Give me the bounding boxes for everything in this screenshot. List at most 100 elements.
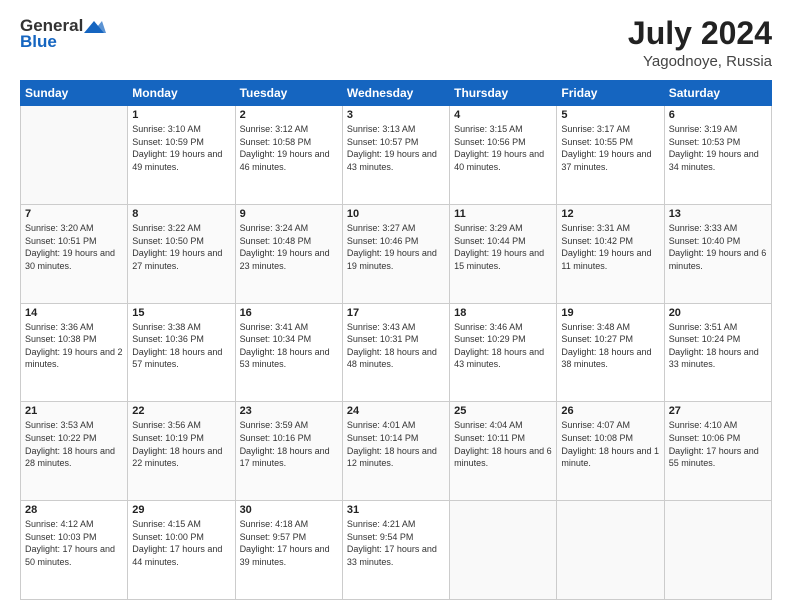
cell-sun-info: Sunrise: 3:17 AM Sunset: 10:55 PM Daylig…: [561, 123, 659, 173]
day-number: 28: [25, 504, 123, 516]
title-block: July 2024 Yagodnoye, Russia: [628, 16, 772, 70]
day-number: 6: [669, 109, 767, 121]
calendar-cell: 24Sunrise: 4:01 AM Sunset: 10:14 PM Dayl…: [342, 402, 449, 501]
cell-sun-info: Sunrise: 3:31 AM Sunset: 10:42 PM Daylig…: [561, 222, 659, 272]
calendar-cell: 5 Sunrise: 3:17 AM Sunset: 10:55 PM Dayli…: [557, 106, 664, 205]
day-number: 23: [240, 405, 338, 417]
cell-sun-info: Sunrise: 3:46 AM Sunset: 10:29 PM Daylig…: [454, 321, 552, 371]
calendar-cell: 25 Sunrise: 4:04 AM Sunset: 10:11 PM Dayl…: [450, 402, 557, 501]
calendar-cell: 1Sunrise: 3:10 AM Sunset: 10:59 PM Dayli…: [128, 106, 235, 205]
col-wednesday: Wednesday: [342, 81, 449, 106]
col-monday: Monday: [128, 81, 235, 106]
calendar-cell: 30 Sunrise: 4:18 AM Sunset: 9:57 PM Dayli…: [235, 501, 342, 600]
calendar-cell: [450, 501, 557, 600]
location: Yagodnoye, Russia: [628, 53, 772, 70]
cell-sun-info: Sunrise: 3:15 AM Sunset: 10:56 PM Daylig…: [454, 123, 552, 173]
week-row-2: 7 Sunrise: 3:20 AM Sunset: 10:51 PM Dayli…: [21, 204, 772, 303]
calendar-cell: 13 Sunrise: 3:33 AM Sunset: 10:40 PM Dayl…: [664, 204, 771, 303]
cell-sun-info: Sunrise: 3:56 AM Sunset: 10:19 PM Daylig…: [132, 419, 230, 469]
calendar-cell: 2 Sunrise: 3:12 AM Sunset: 10:58 PM Dayli…: [235, 106, 342, 205]
calendar-cell: 14 Sunrise: 3:36 AM Sunset: 10:38 PM Dayl…: [21, 303, 128, 402]
page: General Blue July 2024 Yagodnoye, Russia…: [0, 0, 792, 612]
week-row-3: 14 Sunrise: 3:36 AM Sunset: 10:38 PM Dayl…: [21, 303, 772, 402]
day-number: 20: [669, 307, 767, 319]
cell-sun-info: Sunrise: 3:51 AM Sunset: 10:24 PM Daylig…: [669, 321, 767, 371]
cell-sun-info: Sunrise: 4:07 AM Sunset: 10:08 PM Daylig…: [561, 419, 659, 469]
cell-sun-info: Sunrise: 3:41 AM Sunset: 10:34 PM Daylig…: [240, 321, 338, 371]
day-number: 25: [454, 405, 552, 417]
day-number: 13: [669, 208, 767, 220]
cell-sun-info: Sunrise: 3:48 AM Sunset: 10:27 PM Daylig…: [561, 321, 659, 371]
calendar-cell: 12 Sunrise: 3:31 AM Sunset: 10:42 PM Dayl…: [557, 204, 664, 303]
calendar-cell: 9Sunrise: 3:24 AM Sunset: 10:48 PM Dayli…: [235, 204, 342, 303]
calendar-cell: 29 Sunrise: 4:15 AM Sunset: 10:00 PM Dayl…: [128, 501, 235, 600]
day-number: 22: [132, 405, 230, 417]
logo-blue-text: Blue: [20, 32, 57, 52]
cell-sun-info: Sunrise: 3:53 AM Sunset: 10:22 PM Daylig…: [25, 419, 123, 469]
cell-sun-info: Sunrise: 3:12 AM Sunset: 10:58 PM Daylig…: [240, 123, 338, 173]
day-number: 12: [561, 208, 659, 220]
calendar-cell: 27Sunrise: 4:10 AM Sunset: 10:06 PM Dayl…: [664, 402, 771, 501]
cell-sun-info: Sunrise: 3:43 AM Sunset: 10:31 PM Daylig…: [347, 321, 445, 371]
calendar-cell: 17Sunrise: 3:43 AM Sunset: 10:31 PM Dayl…: [342, 303, 449, 402]
col-friday: Friday: [557, 81, 664, 106]
day-number: 7: [25, 208, 123, 220]
cell-sun-info: Sunrise: 4:10 AM Sunset: 10:06 PM Daylig…: [669, 419, 767, 469]
day-number: 26: [561, 405, 659, 417]
week-row-4: 21 Sunrise: 3:53 AM Sunset: 10:22 PM Dayl…: [21, 402, 772, 501]
calendar-table: Sunday Monday Tuesday Wednesday Thursday…: [20, 80, 772, 600]
cell-sun-info: Sunrise: 3:13 AM Sunset: 10:57 PM Daylig…: [347, 123, 445, 173]
day-number: 2: [240, 109, 338, 121]
cell-sun-info: Sunrise: 4:04 AM Sunset: 10:11 PM Daylig…: [454, 419, 552, 469]
cell-sun-info: Sunrise: 4:15 AM Sunset: 10:00 PM Daylig…: [132, 518, 230, 568]
day-number: 3: [347, 109, 445, 121]
calendar-cell: 11Sunrise: 3:29 AM Sunset: 10:44 PM Dayl…: [450, 204, 557, 303]
day-number: 9: [240, 208, 338, 220]
calendar-cell: 8 Sunrise: 3:22 AM Sunset: 10:50 PM Dayli…: [128, 204, 235, 303]
cell-sun-info: Sunrise: 3:38 AM Sunset: 10:36 PM Daylig…: [132, 321, 230, 371]
day-number: 14: [25, 307, 123, 319]
cell-sun-info: Sunrise: 3:33 AM Sunset: 10:40 PM Daylig…: [669, 222, 767, 272]
day-number: 1: [132, 109, 230, 121]
logo: General Blue: [20, 16, 107, 52]
cell-sun-info: Sunrise: 3:22 AM Sunset: 10:50 PM Daylig…: [132, 222, 230, 272]
cell-sun-info: Sunrise: 4:18 AM Sunset: 9:57 PM Dayligh…: [240, 518, 338, 568]
day-number: 4: [454, 109, 552, 121]
calendar-cell: 28 Sunrise: 4:12 AM Sunset: 10:03 PM Dayl…: [21, 501, 128, 600]
calendar-cell: [21, 106, 128, 205]
calendar-cell: 31Sunrise: 4:21 AM Sunset: 9:54 PM Dayli…: [342, 501, 449, 600]
logo-icon: [84, 19, 106, 35]
month-year: July 2024: [628, 16, 772, 51]
day-number: 30: [240, 504, 338, 516]
cell-sun-info: Sunrise: 3:36 AM Sunset: 10:38 PM Daylig…: [25, 321, 123, 371]
cell-sun-info: Sunrise: 4:12 AM Sunset: 10:03 PM Daylig…: [25, 518, 123, 568]
calendar-cell: 26 Sunrise: 4:07 AM Sunset: 10:08 PM Dayl…: [557, 402, 664, 501]
cell-sun-info: Sunrise: 3:20 AM Sunset: 10:51 PM Daylig…: [25, 222, 123, 272]
day-number: 18: [454, 307, 552, 319]
day-number: 5: [561, 109, 659, 121]
day-number: 15: [132, 307, 230, 319]
cell-sun-info: Sunrise: 3:29 AM Sunset: 10:44 PM Daylig…: [454, 222, 552, 272]
week-row-1: 1Sunrise: 3:10 AM Sunset: 10:59 PM Dayli…: [21, 106, 772, 205]
calendar-cell: 18 Sunrise: 3:46 AM Sunset: 10:29 PM Dayl…: [450, 303, 557, 402]
day-number: 29: [132, 504, 230, 516]
day-number: 10: [347, 208, 445, 220]
col-tuesday: Tuesday: [235, 81, 342, 106]
calendar-cell: 6 Sunrise: 3:19 AM Sunset: 10:53 PM Dayli…: [664, 106, 771, 205]
col-sunday: Sunday: [21, 81, 128, 106]
calendar-cell: 16 Sunrise: 3:41 AM Sunset: 10:34 PM Dayl…: [235, 303, 342, 402]
calendar-cell: 20 Sunrise: 3:51 AM Sunset: 10:24 PM Dayl…: [664, 303, 771, 402]
header: General Blue July 2024 Yagodnoye, Russia: [20, 16, 772, 70]
calendar-cell: 21 Sunrise: 3:53 AM Sunset: 10:22 PM Dayl…: [21, 402, 128, 501]
calendar-cell: 4 Sunrise: 3:15 AM Sunset: 10:56 PM Dayli…: [450, 106, 557, 205]
calendar-cell: 23 Sunrise: 3:59 AM Sunset: 10:16 PM Dayl…: [235, 402, 342, 501]
cell-sun-info: Sunrise: 3:59 AM Sunset: 10:16 PM Daylig…: [240, 419, 338, 469]
cell-sun-info: Sunrise: 3:27 AM Sunset: 10:46 PM Daylig…: [347, 222, 445, 272]
calendar-cell: 7 Sunrise: 3:20 AM Sunset: 10:51 PM Dayli…: [21, 204, 128, 303]
day-number: 24: [347, 405, 445, 417]
cell-sun-info: Sunrise: 3:19 AM Sunset: 10:53 PM Daylig…: [669, 123, 767, 173]
calendar-cell: 3 Sunrise: 3:13 AM Sunset: 10:57 PM Dayli…: [342, 106, 449, 205]
day-number: 16: [240, 307, 338, 319]
day-number: 8: [132, 208, 230, 220]
day-number: 21: [25, 405, 123, 417]
